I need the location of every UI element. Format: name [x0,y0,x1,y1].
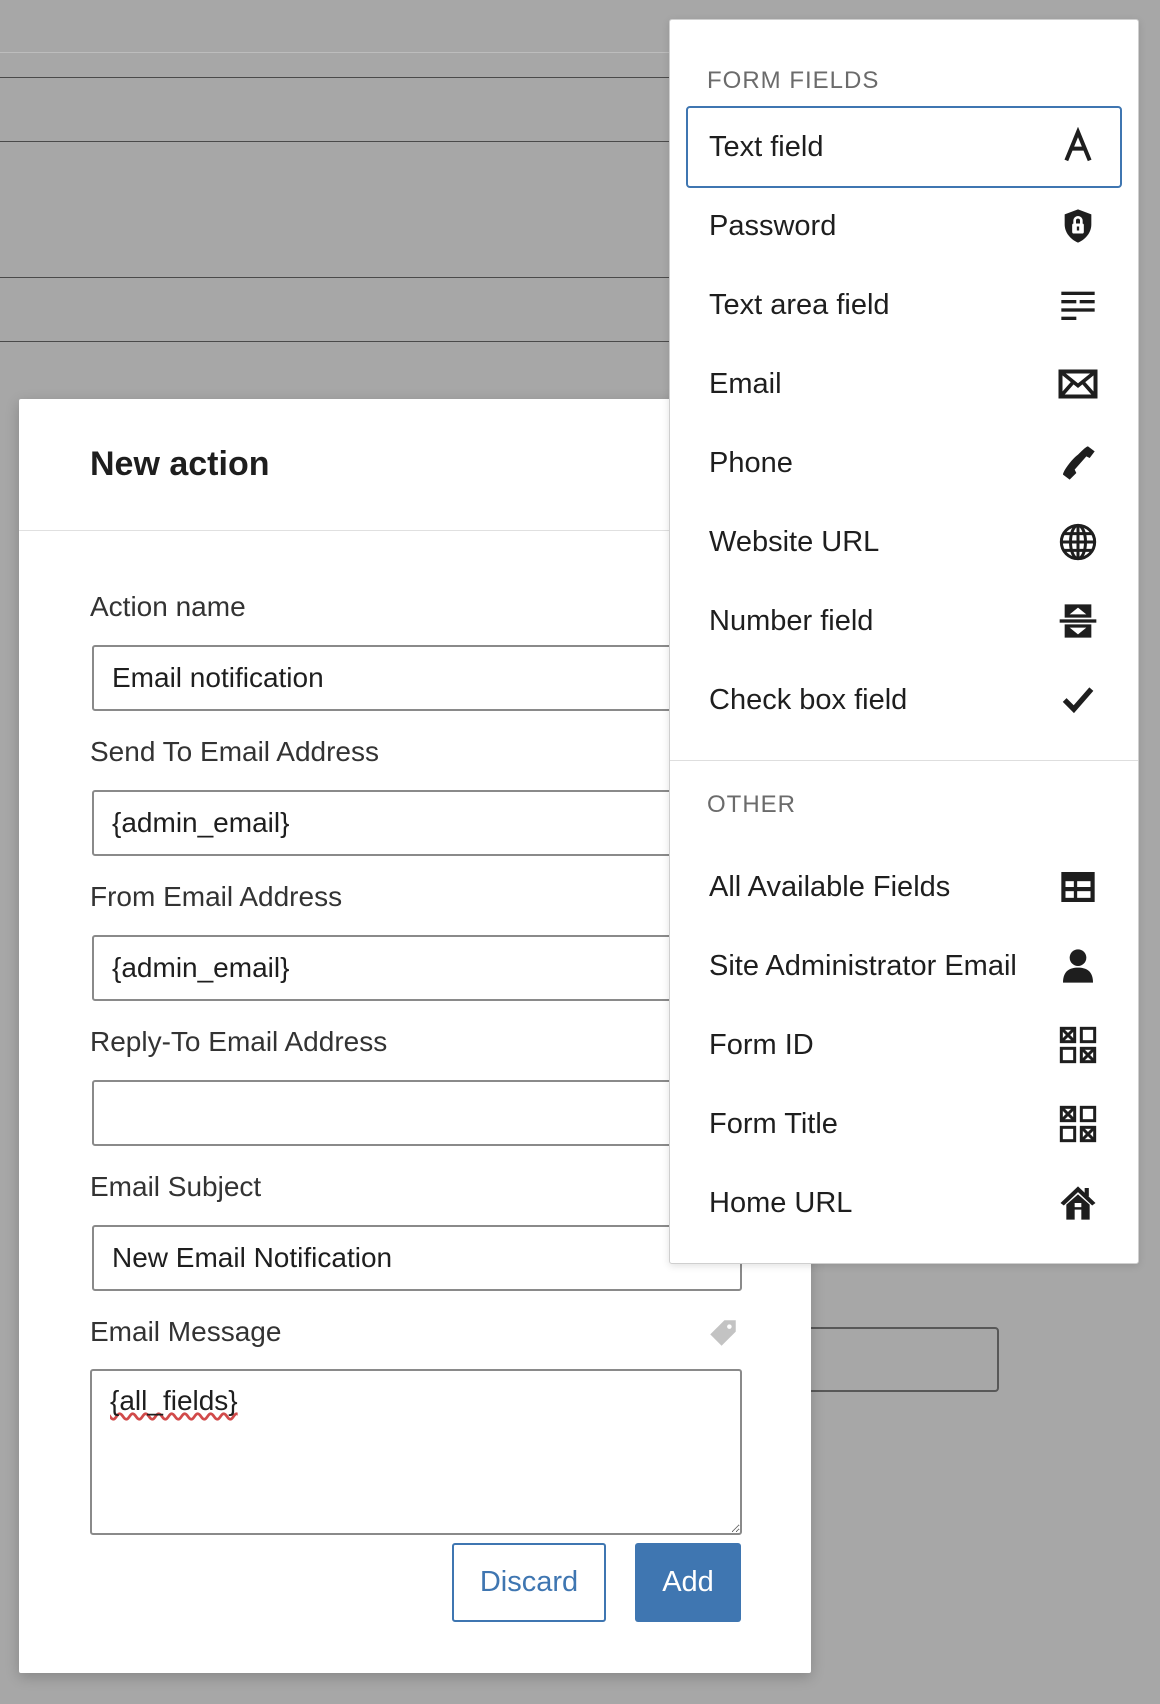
dropdown-item-password[interactable]: Password [686,185,1122,267]
action-name-input[interactable] [92,645,742,711]
bg-divider [0,141,669,142]
message-textarea[interactable] [90,1369,742,1535]
grid-icon [1059,1105,1097,1143]
dropdown-item-check-box-field[interactable]: Check box field [686,659,1122,741]
subject-label: Email Subject [90,1171,262,1202]
dropdown-item-label: Email [709,367,782,400]
number-stepper-icon [1059,604,1097,638]
dropdown-item-label: Site Administrator Email [709,949,1017,982]
modal-actions: Discard Add [452,1543,741,1622]
dropdown-item-number-field[interactable]: Number field [686,580,1122,662]
tag-icon[interactable] [706,1316,740,1350]
dropdown-divider [670,760,1138,761]
subject-input[interactable] [92,1225,742,1291]
text-lines-icon [1061,291,1095,320]
globe-icon [1059,523,1097,561]
discard-button[interactable]: Discard [452,1543,606,1622]
add-button[interactable]: Add [635,1543,741,1622]
dropdown-item-label: Text field [709,130,824,163]
dropdown-item-label: Number field [709,604,874,637]
dropdown-item-site-administrator-email[interactable]: Site Administrator Email [686,925,1122,1007]
dropdown-item-form-title[interactable]: Form Title [686,1083,1122,1165]
dropdown-item-home-url[interactable]: Home URL [686,1162,1122,1244]
bg-divider [0,52,669,53]
from-label: From Email Address [90,881,343,912]
dropdown-item-label: Check box field [709,683,908,716]
dropdown-item-all-available-fields[interactable]: All Available Fields [686,846,1122,928]
reply-to-label: Reply-To Email Address [90,1026,388,1057]
dropdown-item-label: Password [709,209,837,242]
form-fields-heading: FORM FIELDS [707,67,880,94]
bg-divider [0,277,669,278]
send-to-input[interactable] [92,790,742,856]
home-icon [1060,1186,1096,1220]
shield-lock-icon [1064,209,1092,243]
bg-divider [0,77,669,78]
message-label-row: Email Message [90,1313,740,1351]
text-a-icon [1064,127,1092,162]
action-name-label: Action name [90,591,246,622]
user-icon [1063,949,1093,983]
message-label: Email Message [90,1316,282,1347]
dropdown-item-label: Phone [709,446,793,479]
bg-divider [0,341,669,342]
dropdown-item-text-area-field[interactable]: Text area field [686,264,1122,346]
modal-title: New action [90,445,270,483]
merge-tags-dropdown: FORM FIELDS Text field Password Text are… [669,19,1139,1264]
dropdown-item-label: All Available Fields [709,870,951,903]
checkmark-icon [1062,687,1094,714]
dropdown-item-website-url[interactable]: Website URL [686,501,1122,583]
dropdown-item-label: Home URL [709,1186,853,1219]
dropdown-item-email[interactable]: Email [686,343,1122,425]
reply-to-input[interactable] [92,1080,742,1146]
dropdown-item-text-field[interactable]: Text field [686,106,1122,188]
dropdown-item-label: Text area field [709,288,890,321]
table-icon [1061,872,1095,902]
grid-icon [1059,1026,1097,1064]
dropdown-item-form-id[interactable]: Form ID [686,1004,1122,1086]
phone-icon [1063,446,1095,480]
dropdown-item-label: Form ID [709,1028,814,1061]
send-to-label: Send To Email Address [90,736,379,767]
dropdown-item-phone[interactable]: Phone [686,422,1122,504]
dropdown-item-label: Form Title [709,1107,838,1140]
from-input[interactable] [92,935,742,1001]
dropdown-item-label: Website URL [709,525,880,558]
envelope-icon [1058,369,1098,399]
other-heading: OTHER [707,791,796,818]
